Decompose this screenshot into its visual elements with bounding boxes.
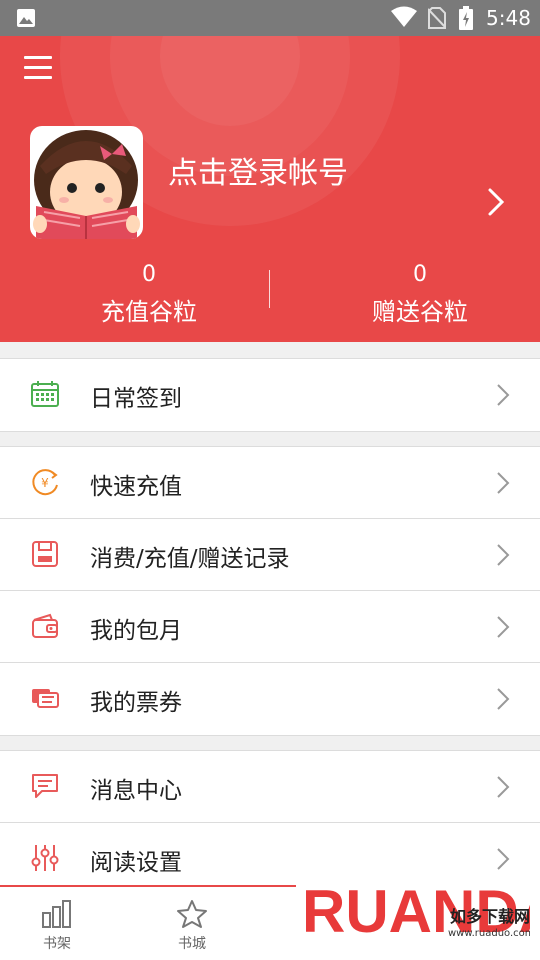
site-watermark-logo: RUANDAO 如多下载网 www.ruaduo.com	[301, 877, 531, 947]
chevron-right-icon	[497, 776, 510, 798]
profile-header: 点击登录帐号 0 充值谷粒 0 赠送谷粒	[0, 36, 540, 342]
nav-indicator	[0, 885, 296, 887]
star-icon	[177, 900, 207, 928]
tab-bookshelf[interactable]: 书架	[27, 899, 87, 953]
chevron-right-icon	[497, 544, 510, 566]
recharge-grain-label: 充值谷粒	[101, 298, 197, 326]
status-bar: 5:48	[0, 0, 540, 36]
menu-item-monthly[interactable]: 我的包月	[0, 591, 540, 663]
menu-item-tickets[interactable]: 我的票券	[0, 663, 540, 735]
chevron-right-icon	[497, 472, 510, 494]
clock: 5:48	[486, 6, 531, 30]
tab-bookstore[interactable]: 书城	[162, 899, 222, 953]
menu-item-label: 消费/充值/赠送记录	[90, 546, 290, 572]
gift-grain-stat[interactable]: 0 赠送谷粒	[320, 262, 520, 327]
chevron-right-icon	[497, 616, 510, 638]
bookshelf-icon	[42, 900, 71, 928]
watermark-subtitle: 如多下载网	[450, 907, 530, 926]
menu-item-label: 阅读设置	[90, 850, 182, 876]
calendar-icon	[31, 381, 59, 407]
tab-bookshelf-label: 书架	[43, 936, 71, 952]
gallery-notification-icon	[17, 9, 35, 27]
avatar[interactable]	[30, 126, 143, 239]
sliders-icon	[31, 845, 59, 871]
wifi-icon	[391, 6, 417, 27]
menu-item-records[interactable]: 消费/充值/赠送记录	[0, 519, 540, 591]
hamburger-menu-icon[interactable]	[24, 56, 52, 80]
menu-item-label: 消息中心	[90, 778, 182, 804]
no-sim-icon	[428, 7, 446, 29]
ticket-icon	[32, 689, 59, 708]
message-icon	[32, 774, 58, 798]
menu-item-label: 日常签到	[90, 386, 182, 412]
gift-grain-label: 赠送谷粒	[372, 298, 468, 326]
menu-item-label: 快速充值	[90, 474, 182, 500]
login-prompt[interactable]: 点击登录帐号	[168, 148, 348, 192]
recharge-grain-stat[interactable]: 0 充值谷粒	[49, 262, 249, 327]
chevron-right-icon[interactable]	[486, 186, 506, 218]
stat-divider	[269, 270, 270, 308]
record-disk-icon	[32, 541, 58, 567]
gift-grain-count: 0	[413, 262, 427, 287]
chevron-right-icon	[497, 384, 510, 406]
menu-item-label: 我的票券	[90, 690, 182, 716]
recharge-grain-count: 0	[142, 262, 156, 287]
menu-item-messages[interactable]: 消息中心	[0, 751, 540, 823]
menu-item-label: 我的包月	[90, 618, 182, 644]
watermark-url: www.ruaduo.com	[448, 928, 530, 939]
svg-text:¥: ¥	[41, 476, 49, 490]
battery-icon	[459, 6, 473, 30]
wallet-icon	[32, 613, 58, 638]
menu-item-quick-recharge[interactable]: ¥ 快速充值	[0, 447, 540, 519]
coin-yen-icon: ¥	[32, 469, 58, 496]
menu-item-daily-checkin[interactable]: 日常签到	[0, 359, 540, 431]
tab-bookstore-label: 书城	[178, 936, 206, 952]
chevron-right-icon	[497, 688, 510, 710]
